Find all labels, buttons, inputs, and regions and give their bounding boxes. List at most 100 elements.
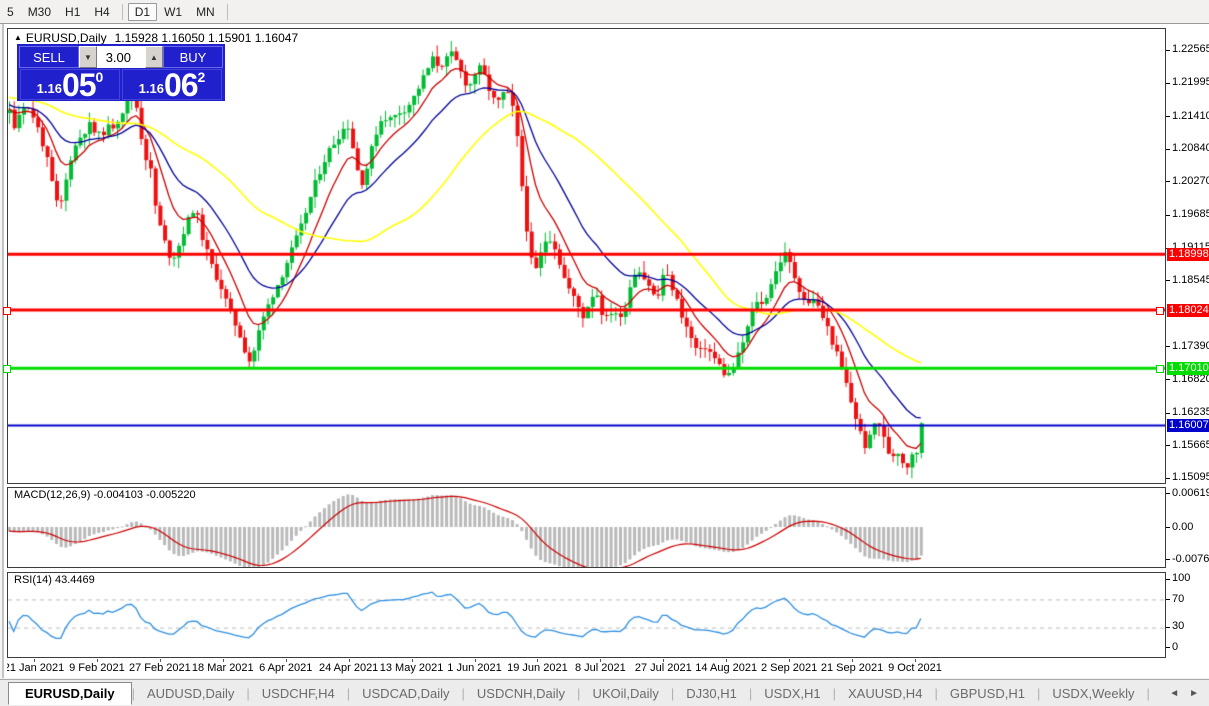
tabs-scroll-left-icon[interactable]: ◄ — [1169, 688, 1179, 699]
symbol-tab-bar: EURUSD,Daily|AUDUSD,Daily|USDCHF,H4|USDC… — [0, 679, 1209, 706]
price-axis-label: 1.22565 — [1172, 44, 1209, 55]
tab-usdcnh-daily[interactable]: USDCNH,Daily — [465, 683, 577, 704]
macd-axis-tick — [1166, 559, 1170, 560]
level-line-handle[interactable] — [3, 365, 11, 373]
rsi-label: RSI(14) 43.4469 — [14, 574, 95, 586]
price-axis-tick — [1166, 149, 1170, 150]
volume-decrease-button[interactable]: ▼ — [79, 46, 97, 68]
timeframe-button-d1[interactable]: D1 — [128, 3, 157, 21]
macd-axis-label: 0.00 — [1172, 522, 1193, 533]
sell-price-point: 0 — [96, 70, 104, 84]
buy-button[interactable]: BUY — [163, 46, 223, 68]
chart-title: ▲ EURUSD,Daily 1.15928 1.16050 1.15901 1.1… — [14, 31, 298, 45]
price-axis-label: 1.20270 — [1172, 176, 1209, 187]
tab-usdx-weekly[interactable]: USDX,Weekly — [1040, 683, 1146, 704]
level-line-handle[interactable] — [1156, 365, 1164, 373]
level-price-badge: 1.17010 — [1167, 362, 1209, 375]
date-axis-label: 27 Jul 2021 — [635, 662, 692, 674]
price-axis-tick — [1166, 116, 1170, 117]
tab-ukoil-daily[interactable]: UKOil,Daily — [580, 683, 670, 704]
timeframe-button-h4[interactable]: H4 — [87, 3, 116, 21]
price-axis-label: 1.17390 — [1172, 341, 1209, 352]
rsi-pane[interactable] — [7, 572, 1166, 658]
date-axis-label: 9 Oct 2021 — [888, 662, 942, 674]
price-axis-tick — [1166, 215, 1170, 216]
rsi-value: 43.4469 — [55, 574, 95, 586]
rsi-axis-label: 100 — [1172, 573, 1190, 584]
timeframe-button-h1[interactable]: H1 — [58, 3, 87, 21]
price-axis-label: 1.21995 — [1172, 77, 1209, 88]
rsi-axis-label: 70 — [1172, 594, 1184, 605]
rsi-canvas[interactable] — [8, 573, 1165, 657]
date-axis-label: 19 Jun 2021 — [507, 662, 568, 674]
level-line-handle[interactable] — [3, 307, 11, 315]
sell-price-base: 1.16 — [37, 82, 62, 95]
rsi-axis-label: 0 — [1172, 642, 1178, 653]
timeframe-button-mn[interactable]: MN — [189, 3, 222, 21]
date-axis-label: 6 Apr 2021 — [259, 662, 312, 674]
buy-price-base: 1.16 — [139, 82, 164, 95]
sell-price[interactable]: 1.16 05 0 — [20, 69, 120, 100]
tab-usdchf-h4[interactable]: USDCHF,H4 — [250, 683, 347, 704]
tab-gbpusd-h1[interactable]: GBPUSD,H1 — [938, 683, 1037, 704]
rsi-axis-tick — [1166, 627, 1170, 628]
tab-eurusd-daily[interactable]: EURUSD,Daily — [8, 682, 132, 705]
price-axis-tick — [1166, 379, 1170, 380]
date-axis-label: 13 May 2021 — [380, 662, 444, 674]
price-axis-label: 1.21410 — [1172, 111, 1209, 122]
macd-signal-value: -0.005220 — [146, 489, 196, 501]
date-axis: 21 Jan 20219 Feb 202127 Feb 202118 Mar 2… — [7, 659, 1167, 677]
sell-button[interactable]: SELL — [19, 46, 79, 68]
timeframe-button-w1[interactable]: W1 — [157, 3, 189, 21]
rsi-axis-tick — [1166, 599, 1170, 600]
level-price-badge: 1.18998 — [1167, 248, 1209, 261]
chart-ohlc-values: 1.15928 1.16050 1.15901 1.16047 — [115, 31, 299, 45]
level-price-badge: 1.16007 — [1167, 419, 1209, 432]
price-axis-label: 1.20840 — [1172, 143, 1209, 154]
price-axis-tick — [1166, 413, 1170, 414]
rsi-axis-label: 30 — [1172, 621, 1184, 632]
date-axis-label: 2 Sep 2021 — [761, 662, 817, 674]
date-axis-label: 14 Aug 2021 — [695, 662, 757, 674]
price-axis-tick — [1166, 83, 1170, 84]
macd-label: MACD(12,26,9) -0.004103 -0.005220 — [14, 489, 196, 501]
volume-increase-button[interactable]: ▲ — [145, 46, 163, 68]
price-axis-tick — [1166, 478, 1170, 479]
price-axis-tick — [1166, 280, 1170, 281]
price-axis-label: 1.16235 — [1172, 407, 1209, 418]
date-axis-label: 9 Feb 2021 — [69, 662, 125, 674]
date-axis-label: 24 Apr 2021 — [319, 662, 378, 674]
one-click-trade-panel: SELL ▼ 3.00 ▲ BUY 1.16 05 0 1.16 06 2 — [17, 44, 225, 101]
timeframe-button-m30[interactable]: M30 — [21, 3, 58, 21]
timeframe-button-5[interactable]: 5 — [0, 3, 21, 21]
level-price-badge: 1.18024 — [1167, 304, 1209, 317]
macd-axis-tick — [1166, 493, 1170, 494]
price-axis-tick — [1166, 445, 1170, 446]
tabs-scroll-right-icon[interactable]: ► — [1189, 688, 1199, 699]
tab-separator: | — [1146, 686, 1149, 701]
price-axis-label: 1.15665 — [1172, 440, 1209, 451]
level-line-handle[interactable] — [1156, 307, 1164, 315]
tab-usdcad-daily[interactable]: USDCAD,Daily — [350, 683, 461, 704]
tab-usdx-h1[interactable]: USDX,H1 — [752, 683, 832, 704]
macd-axis-tick — [1166, 527, 1170, 528]
toolbar-separator — [122, 4, 123, 20]
macd-axis-label: 0.006193 — [1172, 488, 1209, 499]
buy-price[interactable]: 1.16 06 2 — [122, 69, 222, 100]
tab-xauusd-h4[interactable]: XAUUSD,H4 — [836, 683, 934, 704]
price-axis-label: 1.18545 — [1172, 275, 1209, 286]
date-axis-label: 21 Jan 2021 — [7, 662, 64, 674]
date-axis-label: 1 Jun 2021 — [447, 662, 501, 674]
macd-axis-label: -0.007622 — [1172, 554, 1209, 565]
tab-audusd-daily[interactable]: AUDUSD,Daily — [135, 683, 246, 704]
price-axis-label: 1.19685 — [1172, 209, 1209, 220]
trading-terminal: 5M30H1H4 D1W1MN ▲ EURUSD,Daily 1.15928 1.16… — [0, 0, 1209, 706]
volume-input[interactable]: 3.00 — [97, 46, 145, 68]
tab-dj30-h1[interactable]: DJ30,H1 — [674, 683, 749, 704]
date-axis-label: 21 Sep 2021 — [821, 662, 883, 674]
price-axis-label: 1.16820 — [1172, 374, 1209, 385]
collapse-arrow-icon[interactable]: ▲ — [14, 33, 22, 42]
price-axis-tick — [1166, 50, 1170, 51]
date-axis-label: 8 Jul 2021 — [575, 662, 626, 674]
chart-symbol-label: EURUSD,Daily — [26, 31, 107, 45]
